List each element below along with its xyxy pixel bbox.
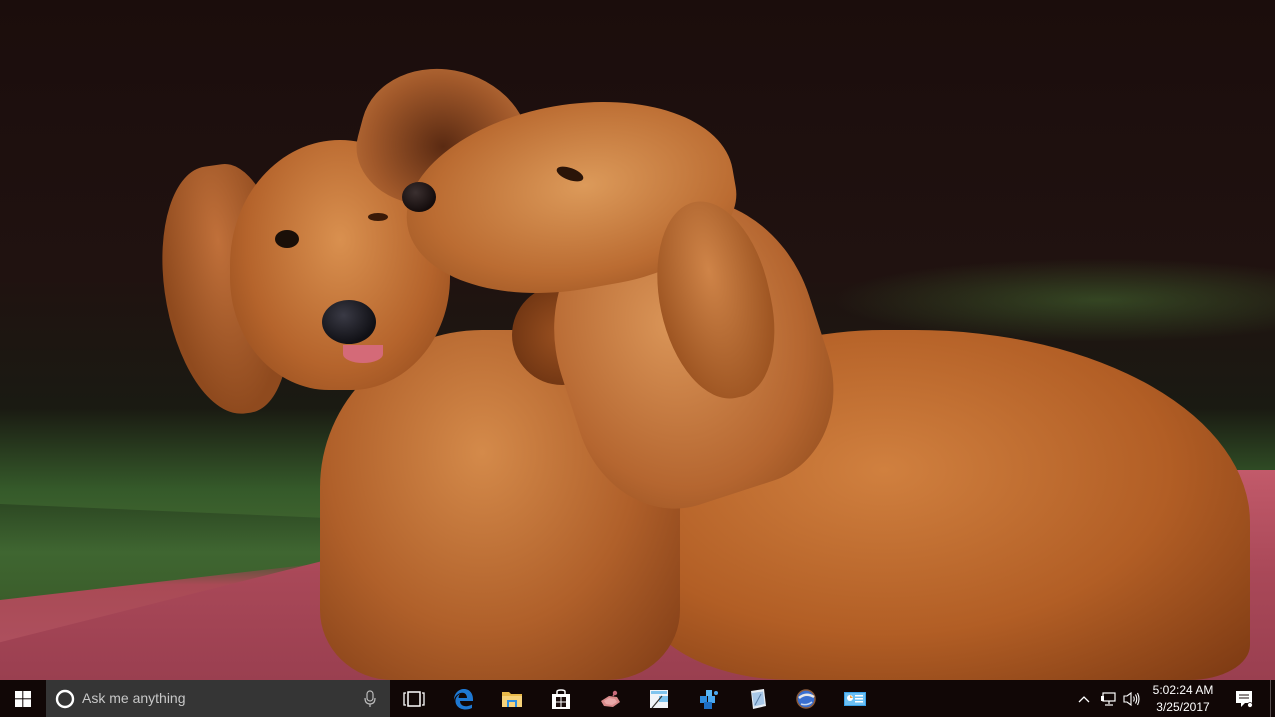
action-center-button[interactable] (1218, 680, 1270, 717)
search-placeholder: Ask me anything (82, 690, 186, 706)
action-center-icon (1236, 690, 1253, 708)
clock-date: 3/25/2017 (1156, 699, 1210, 714)
taskbar-app-control-panel[interactable] (830, 680, 879, 717)
paint-icon (600, 690, 620, 707)
file-explorer-icon (501, 691, 522, 707)
start-button[interactable] (0, 680, 46, 717)
network-icon (1101, 691, 1116, 706)
wallpaper-dog-right-nose (402, 182, 436, 212)
snipping-tool-icon (649, 689, 668, 708)
chevron-up-icon (1078, 695, 1090, 702)
wallpaper-dog-left-nose (322, 300, 376, 344)
system-tray: 5:02:24 AM 3/25/2017 (1072, 680, 1275, 717)
search-box[interactable]: Ask me anything (46, 680, 390, 717)
wallpaper-dog-left-wink (368, 213, 388, 221)
network-cubes-icon (699, 689, 718, 709)
notepad-icon (750, 688, 766, 709)
microphone-icon[interactable] (364, 690, 376, 708)
clock[interactable]: 5:02:24 AM 3/25/2017 (1148, 680, 1218, 717)
store-icon (551, 688, 570, 709)
taskbar-app-snipping-tool[interactable] (634, 680, 683, 717)
taskbar-app-edge[interactable] (438, 680, 487, 717)
wallpaper-dog-left-tongue (343, 345, 383, 363)
desktop-wallpaper (0, 0, 1275, 680)
task-view-icon (403, 690, 425, 707)
show-hidden-icons-button[interactable] (1072, 680, 1096, 717)
task-view-button[interactable] (390, 680, 438, 717)
taskbar: Ask me anything 5:02:24 AM 3/25/2017 (0, 680, 1275, 717)
taskbar-app-network-cubes[interactable] (683, 680, 732, 717)
wallpaper-dog-left-eye (275, 230, 299, 248)
edge-icon (453, 688, 473, 709)
volume-button[interactable] (1120, 680, 1144, 717)
globe-icon (795, 688, 816, 709)
windows-logo-icon (15, 690, 31, 707)
control-panel-icon (843, 691, 866, 706)
clock-time: 5:02:24 AM (1152, 682, 1214, 697)
cortana-ring-icon (55, 689, 75, 709)
show-desktop-button[interactable] (1270, 680, 1275, 717)
taskbar-app-notepad[interactable] (732, 680, 781, 717)
taskbar-app-internet[interactable] (781, 680, 830, 717)
network-status-button[interactable] (1096, 680, 1120, 717)
taskbar-app-store[interactable] (536, 680, 585, 717)
taskbar-app-paint[interactable] (585, 680, 634, 717)
volume-icon (1123, 691, 1140, 706)
taskbar-app-file-explorer[interactable] (487, 680, 536, 717)
